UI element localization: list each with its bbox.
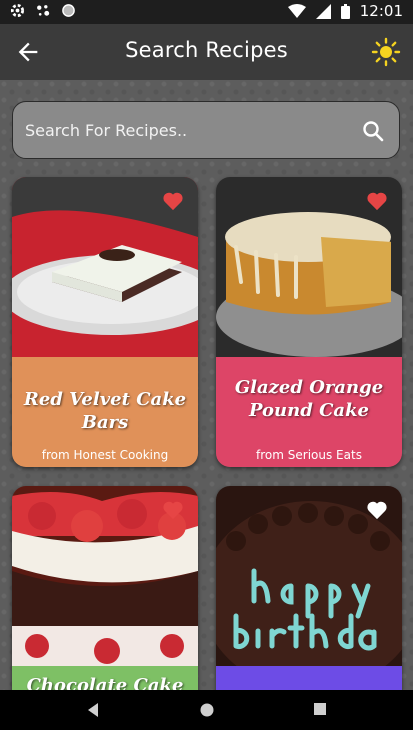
favorite-heart-icon[interactable] — [162, 191, 184, 211]
nav-home-icon[interactable] — [199, 702, 215, 718]
wifi-icon — [287, 3, 306, 18]
nav-recents-icon[interactable] — [313, 702, 327, 716]
recipe-title: Glazed Orange Pound Cake — [234, 377, 384, 421]
recipe-info-band: Red Velvet Cake Bars from Honest Cooking — [12, 357, 198, 467]
status-bar: 12:01 — [0, 0, 413, 24]
recipe-info-band: Glazed Orange Pound Cake from Serious Ea… — [216, 357, 402, 467]
recipe-card[interactable]: Glazed Orange Pound Cake from Serious Ea… — [216, 177, 402, 467]
favorite-heart-icon[interactable] — [162, 500, 184, 520]
recipe-card[interactable]: Chocolate Cake with — [12, 486, 198, 716]
sun-icon[interactable] — [371, 37, 401, 67]
assistant-dots-icon — [37, 5, 50, 16]
gear-icon — [10, 3, 25, 18]
recipe-card[interactable]: Red Velvet Cake Bars from Honest Cooking — [12, 177, 198, 467]
circle-icon — [62, 4, 75, 17]
page-title: Search Recipes — [125, 38, 288, 62]
signal-icon — [315, 3, 331, 19]
app-bar: Search Recipes — [0, 24, 413, 80]
search-bar[interactable]: Search For Recipes.. — [12, 101, 400, 159]
favorite-heart-icon[interactable] — [366, 500, 388, 520]
nav-back-icon[interactable] — [86, 702, 100, 718]
recipe-source: from Honest Cooking — [41, 448, 169, 462]
search-icon[interactable] — [361, 119, 385, 143]
recipe-source: from Serious Eats — [256, 448, 362, 462]
status-time: 12:01 — [359, 2, 403, 20]
search-input[interactable]: Search For Recipes.. — [25, 121, 187, 140]
battery-icon — [340, 3, 350, 19]
system-nav-bar — [0, 690, 413, 730]
recipe-title: Red Velvet Cake Bars — [23, 389, 187, 433]
favorite-heart-icon[interactable] — [366, 191, 388, 211]
recipe-card[interactable] — [216, 486, 402, 716]
